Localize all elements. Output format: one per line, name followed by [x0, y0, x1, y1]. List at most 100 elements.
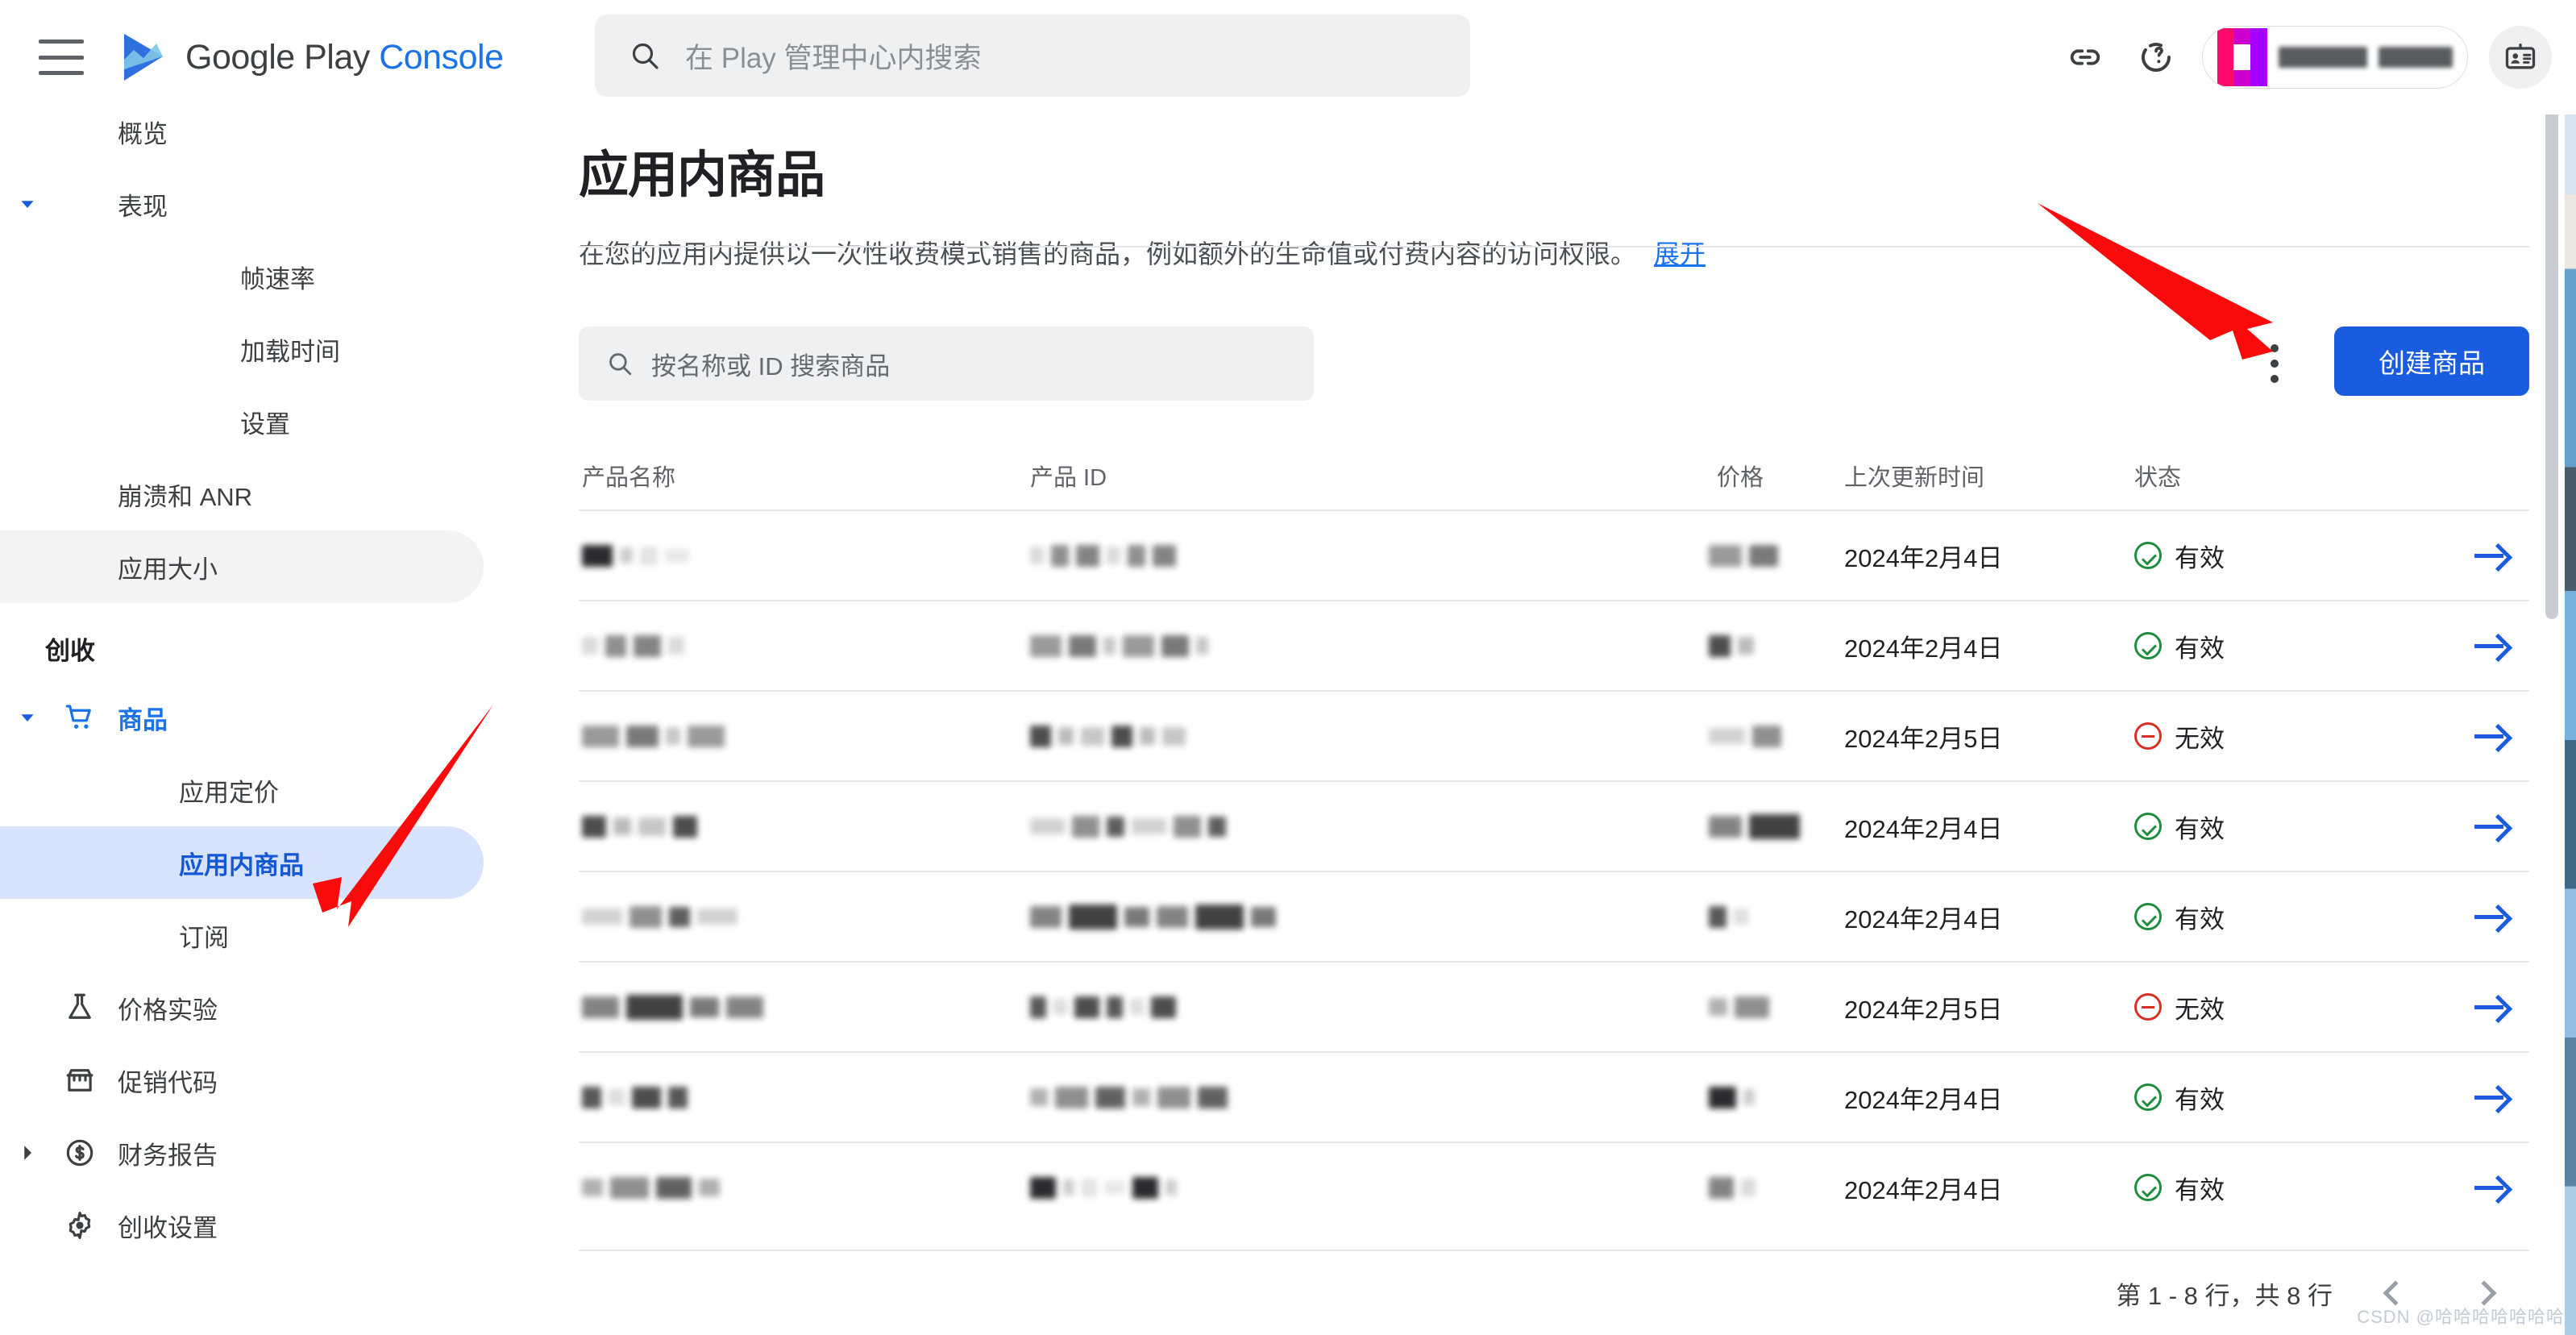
redacted-value	[582, 544, 1030, 567]
table-row[interactable]: 2024年2月5日 无效	[579, 961, 2529, 1051]
cell-open-action[interactable]	[2400, 722, 2529, 750]
brand-logo-group[interactable]: Google Play Console	[121, 32, 504, 82]
page-title: 应用内商品	[579, 148, 825, 203]
sidebar-item-label: 加载时间	[240, 337, 340, 366]
help-history-icon[interactable]	[2131, 32, 2181, 82]
sidebar-item-top-5[interactable]: 崩溃和 ANR	[0, 458, 484, 530]
column-header-name[interactable]: 产品名称	[579, 459, 1030, 493]
arrow-right-icon[interactable]	[2474, 1083, 2512, 1111]
sidebar-item-top-4[interactable]: 设置	[0, 385, 484, 458]
column-header-id[interactable]: 产品 ID	[1030, 459, 1538, 493]
sidebar-item-monetize-2[interactable]: 应用内商品	[0, 826, 484, 899]
sidebar-item-label: 价格实验	[118, 996, 218, 1025]
main-content: 应用内商品 在您的应用内提供以一次性收费模式销售的商品，例如额外的生命值或付费内…	[532, 95, 2576, 1335]
cell-status: 无效	[2134, 989, 2400, 1025]
table-row[interactable]: 2024年2月4日 有效	[579, 871, 2529, 961]
sidebar-item-monetize-4[interactable]: 价格实验	[0, 971, 484, 1044]
sidebar-section-title: 创收	[45, 637, 95, 665]
cell-product-name	[579, 905, 1030, 928]
chevron-down-icon	[21, 714, 34, 722]
arrow-right-icon[interactable]	[2474, 993, 2512, 1021]
expand-link[interactable]: 展开	[1654, 239, 1706, 268]
cell-open-action[interactable]	[2400, 542, 2529, 569]
table-row[interactable]: 2024年2月4日 有效	[579, 1142, 2529, 1232]
redacted-value	[1030, 996, 1538, 1018]
id-badge-icon[interactable]	[2489, 26, 2552, 89]
block-circle-icon	[2134, 722, 2162, 750]
cell-product-name	[579, 815, 1030, 838]
status-label: 无效	[2175, 995, 2225, 1024]
page-scrollbar[interactable]	[2545, 103, 2558, 619]
cell-open-action[interactable]	[2400, 1083, 2529, 1111]
arrow-right-icon[interactable]	[2474, 813, 2512, 840]
check-circle-icon	[2134, 542, 2162, 569]
redacted-value	[1030, 904, 1538, 930]
menu-icon[interactable]	[39, 40, 84, 75]
cell-open-action[interactable]	[2400, 993, 2529, 1021]
cell-status: 有效	[2134, 899, 2400, 935]
app-switcher[interactable]	[2202, 26, 2468, 89]
redacted-value	[1709, 725, 1844, 747]
arrow-right-icon[interactable]	[2474, 722, 2512, 750]
create-product-button[interactable]: 创建商品	[2334, 326, 2529, 396]
more-options-icon[interactable]	[2250, 335, 2299, 393]
redacted-value	[1709, 813, 1844, 839]
sidebar-item-top-1[interactable]: 表现	[0, 168, 484, 240]
arrow-right-icon[interactable]	[2474, 632, 2512, 659]
column-header-status[interactable]: 状态	[2134, 459, 2400, 493]
sidebar-item-top-6[interactable]: 应用大小	[0, 530, 484, 603]
column-header-date[interactable]: 上次更新时间	[1844, 459, 2134, 493]
status-label: 有效	[2175, 634, 2225, 663]
cell-product-id	[1030, 634, 1538, 657]
table-row[interactable]: 2024年2月4日 有效	[579, 509, 2529, 600]
sidebar-item-top-3[interactable]: 加载时间	[0, 313, 484, 385]
sidebar-item-label: 设置	[240, 410, 290, 439]
cell-last-updated: 2024年2月4日	[1844, 814, 2003, 843]
table-row[interactable]: 2024年2月5日 无效	[579, 690, 2529, 780]
sidebar-item-monetize-5[interactable]: 促销代码	[0, 1044, 484, 1117]
redacted-value	[1709, 996, 1844, 1018]
arrow-right-icon[interactable]	[2474, 903, 2512, 930]
icon-slot	[50, 701, 110, 734]
sidebar-item-monetize-1[interactable]: 应用定价	[0, 754, 484, 826]
cell-open-action[interactable]	[2400, 1174, 2529, 1201]
redacted-value	[582, 725, 1030, 747]
redacted-value	[582, 634, 1030, 657]
check-circle-icon	[2134, 813, 2162, 840]
product-search-input[interactable]: 按名称或 ID 搜索商品	[579, 326, 1314, 401]
cell-product-id	[1030, 904, 1538, 930]
sidebar-item-monetize-3[interactable]: 订阅	[0, 899, 484, 971]
sidebar-item-monetize-0[interactable]: 商品	[0, 681, 484, 754]
cell-product-id	[1030, 996, 1538, 1018]
cell-status: 有效	[2134, 1079, 2400, 1116]
table-row[interactable]: 2024年2月4日 有效	[579, 780, 2529, 871]
cell-price	[1538, 1176, 1844, 1199]
table-row[interactable]: 2024年2月4日 有效	[579, 1051, 2529, 1142]
caret-slot[interactable]	[5, 705, 50, 730]
sidebar-item-label: 商品	[118, 705, 168, 734]
status-label: 有效	[2175, 905, 2225, 934]
arrow-right-icon[interactable]	[2474, 542, 2512, 569]
sidebar-item-monetize-6[interactable]: 财务报告	[0, 1117, 484, 1189]
cell-product-name	[579, 725, 1030, 747]
sidebar-item-monetize-7[interactable]: 创收设置	[0, 1189, 484, 1262]
cell-open-action[interactable]	[2400, 632, 2529, 659]
caret-slot[interactable]	[5, 1141, 50, 1165]
column-header-price[interactable]: 价格	[1538, 459, 1844, 493]
cell-last-updated: 2024年2月4日	[1844, 1085, 2003, 1114]
cell-open-action[interactable]	[2400, 813, 2529, 840]
sidebar-item-top-2[interactable]: 帧速率	[0, 240, 484, 313]
cell-open-action[interactable]	[2400, 903, 2529, 930]
cell-product-id	[1030, 815, 1538, 838]
redacted-value	[582, 1176, 1030, 1199]
caret-slot[interactable]	[5, 192, 50, 216]
cell-price	[1538, 725, 1844, 747]
link-icon[interactable]	[2060, 32, 2110, 82]
cell-last-updated: 2024年2月4日	[1844, 905, 2003, 934]
cell-price	[1538, 634, 1844, 657]
arrow-right-icon[interactable]	[2474, 1174, 2512, 1201]
table-row[interactable]: 2024年2月4日 有效	[579, 600, 2529, 690]
global-search-input[interactable]: 在 Play 管理中心内搜索	[595, 15, 1470, 97]
cell-last-updated: 2024年2月4日	[1844, 1175, 2003, 1204]
redacted-value	[582, 1086, 1030, 1108]
